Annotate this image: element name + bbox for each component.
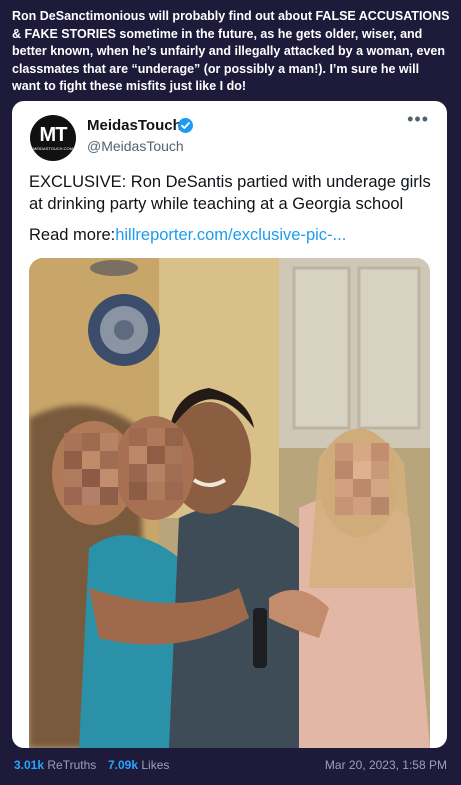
tweet-text: EXCLUSIVE: Ron DeSantis partied with und… xyxy=(29,173,431,213)
avatar-logo-text: MT xyxy=(39,124,68,146)
avatar[interactable]: MT MEIDASTOUCH.COM xyxy=(30,115,76,161)
likes-stat[interactable]: 7.09k Likes xyxy=(108,758,169,772)
retruths-count: 3.01k xyxy=(14,758,45,772)
author-name[interactable]: MeidasTouch xyxy=(87,117,182,134)
tweet-photo[interactable] xyxy=(29,258,430,748)
read-more-link[interactable]: hillreporter.com/exclusive-pic-... xyxy=(115,226,346,244)
more-horizontal-icon[interactable]: ••• xyxy=(407,109,429,130)
author-handle[interactable]: @MeidasTouch xyxy=(87,138,184,154)
party-photo-blurred xyxy=(29,258,430,748)
post-text: Ron DeSanctimonious will probably find o… xyxy=(12,9,450,93)
embedded-tweet-card[interactable]: MT MEIDASTOUCH.COM MeidasTouch @MeidasTo… xyxy=(12,101,447,748)
likes-label: Likes xyxy=(141,758,170,772)
retruths-stat[interactable]: 3.01k ReTruths xyxy=(14,758,96,772)
post-timestamp[interactable]: Mar 20, 2023, 1:58 PM xyxy=(325,758,447,772)
avatar-logo-subtext: MEIDASTOUCH.COM xyxy=(33,146,73,151)
likes-count: 7.09k xyxy=(108,758,139,772)
read-more-line: Read more:hillreporter.com/exclusive-pic… xyxy=(29,226,346,245)
read-more-label: Read more: xyxy=(29,226,116,244)
retruths-label: ReTruths xyxy=(47,758,97,772)
verified-badge-icon xyxy=(178,118,193,133)
